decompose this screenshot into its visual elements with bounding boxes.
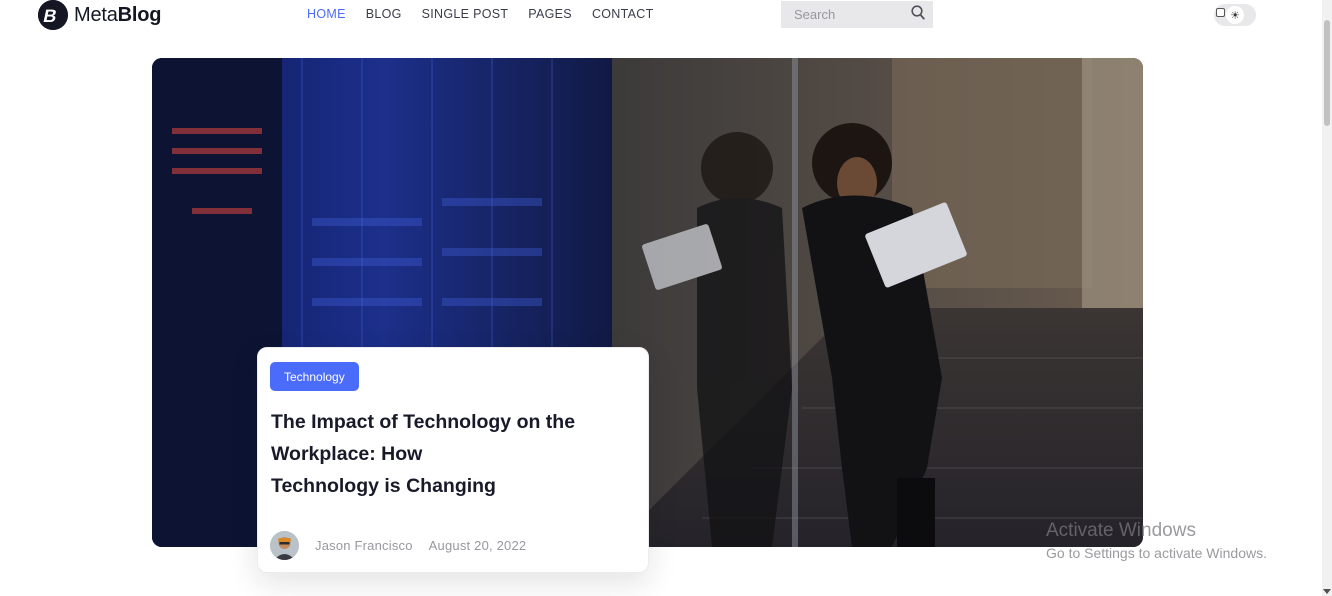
nav-blog[interactable]: BLOG: [366, 7, 402, 21]
watermark-subtitle: Go to Settings to activate Windows.: [1046, 545, 1267, 561]
post-meta: Jason Francisco August 20, 2022: [270, 531, 526, 560]
post-title-line: Technology is Changing: [271, 475, 496, 497]
nav-pages[interactable]: PAGES: [528, 7, 572, 21]
nav-home[interactable]: HOME: [307, 7, 346, 21]
post-title[interactable]: The Impact of Technology on the Workplac…: [271, 406, 631, 502]
post-date: August 20, 2022: [428, 538, 527, 553]
logo-text: MetaBlog: [74, 3, 162, 27]
scrollbar-thumb[interactable]: [1324, 20, 1330, 126]
post-title-line: The Impact of Technology on the: [271, 411, 576, 433]
featured-post-card[interactable]: Technology The Impact of Technology on t…: [257, 347, 649, 573]
sun-icon: ☀: [1226, 6, 1244, 24]
watermark-title: Activate Windows: [1046, 520, 1196, 541]
category-badge[interactable]: Technology: [270, 362, 359, 391]
logo-bold: Blog: [117, 3, 162, 26]
search-input[interactable]: [794, 7, 904, 22]
theme-toggle[interactable]: ☀: [1214, 4, 1256, 26]
search-icon[interactable]: [911, 4, 925, 25]
post-title-line: Workplace: How: [271, 443, 423, 465]
search-box: [781, 1, 933, 28]
page-scrollbar[interactable]: [1322, 0, 1332, 596]
toggle-checkbox-icon: [1216, 8, 1225, 17]
author-name[interactable]: Jason Francisco: [315, 538, 413, 553]
site-logo[interactable]: B MetaBlog: [38, 0, 162, 30]
main-nav: HOME BLOG SINGLE POST PAGES CONTACT: [307, 7, 654, 21]
logo-mark-icon: B: [38, 0, 68, 30]
nav-contact[interactable]: CONTACT: [592, 7, 654, 21]
logo-regular: Meta: [74, 3, 118, 26]
author-avatar[interactable]: [270, 531, 299, 560]
nav-single-post[interactable]: SINGLE POST: [422, 7, 509, 21]
activate-windows-watermark: Activate Windows Go to Settings to activ…: [1046, 520, 1267, 561]
page: B MetaBlog HOME BLOG SINGLE POST PAGES C…: [0, 0, 1332, 596]
scroll-down-arrow-icon[interactable]: [1323, 589, 1331, 594]
